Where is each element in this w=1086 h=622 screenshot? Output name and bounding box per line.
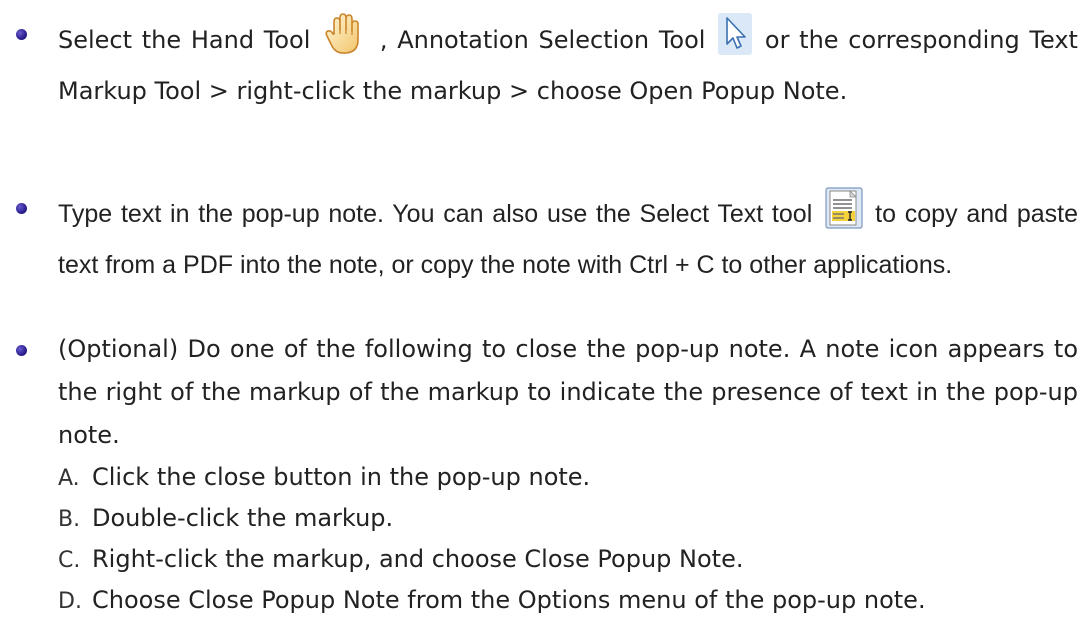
list-item-letter: A. <box>58 466 80 491</box>
select-text-tool-icon <box>824 186 864 244</box>
bullet-dot <box>16 29 27 40</box>
list-item-text: Click the close button in the pop-up not… <box>92 463 591 491</box>
annotation-selection-tool-icon <box>717 12 753 70</box>
bullet-text: (Optional) Do one of the following to cl… <box>58 335 1078 449</box>
list-item-letter: D. <box>58 589 82 614</box>
list-item: D. Choose Close Popup Note from the Optio… <box>58 580 1078 621</box>
bullet-dot <box>16 203 27 214</box>
list-item: B. Double-click the markup. <box>58 498 1078 539</box>
bullet-text-part: , Annotation Selection Tool <box>379 26 706 54</box>
bullet-text-part: Select the Hand Tool <box>58 26 311 54</box>
bullet-item-close-popup: (Optional) Do one of the following to cl… <box>16 328 1078 457</box>
list-item-text: Double-click the markup. <box>92 504 394 532</box>
list-item-letter: C. <box>58 548 81 573</box>
bullet-text-part: Type text in the pop-up note. You can al… <box>58 200 813 228</box>
list-item: A. Click the close button in the pop-up n… <box>58 457 1078 498</box>
document-page: Select the Hand Tool , Annotation Select… <box>0 0 1086 622</box>
list-item-text: Right-click the markup, and choose Close… <box>92 545 744 573</box>
bullet-item-type-text: Type text in the pop-up note. You can al… <box>16 186 1078 287</box>
hand-tool-icon <box>322 12 368 70</box>
list-item: C. Right-click the markup, and choose Clo… <box>58 539 1078 580</box>
bullet-item-open-popup: Select the Hand Tool , Annotation Select… <box>16 12 1078 113</box>
list-item-text: Choose Close Popup Note from the Options… <box>92 586 926 614</box>
list-item-letter: B. <box>58 507 81 532</box>
close-options-list: A. Click the close button in the pop-up n… <box>58 457 1078 621</box>
bullet-dot <box>16 345 27 356</box>
